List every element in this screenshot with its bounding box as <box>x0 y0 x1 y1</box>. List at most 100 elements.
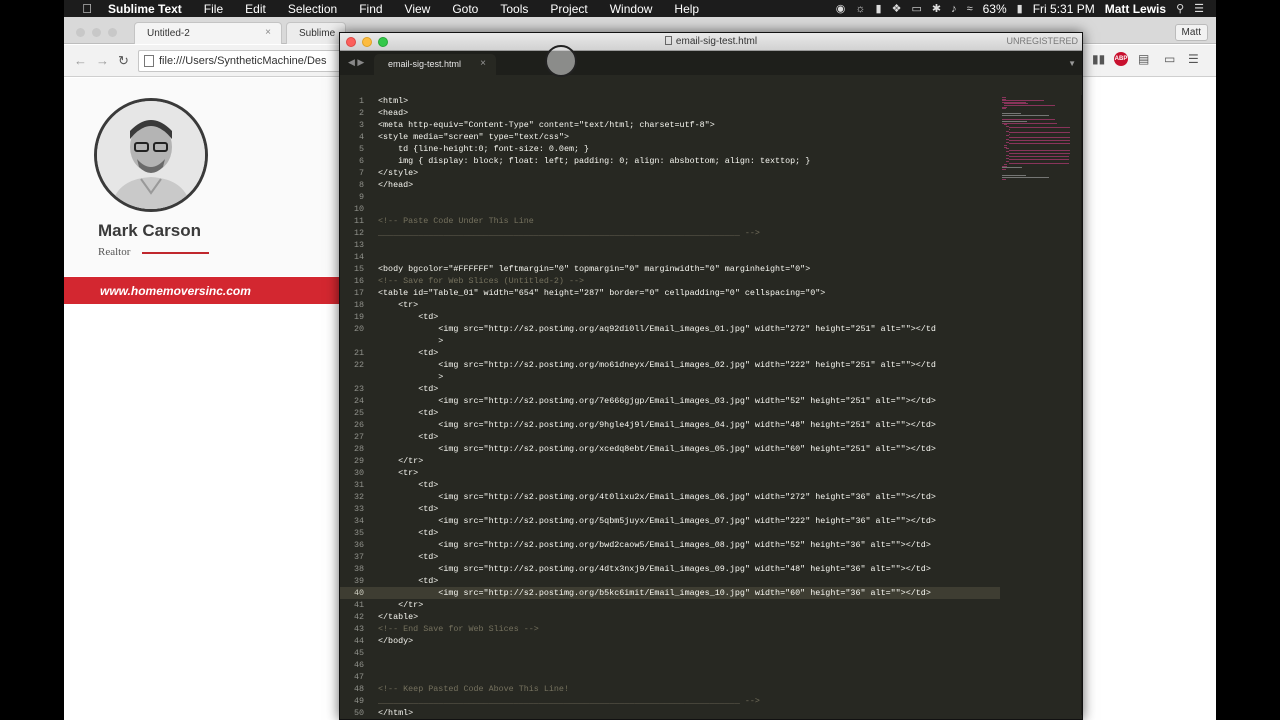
code-line[interactable]: 1 <html> <box>340 95 1000 107</box>
code-text[interactable]: <html> <box>378 95 408 107</box>
code-line[interactable]: 39 <td> <box>340 575 1000 587</box>
editor-tab[interactable]: email-sig-test.html × <box>374 54 496 75</box>
browser-tab-sublime[interactable]: Sublime <box>286 22 346 44</box>
code-line[interactable]: 38 <img src="http://s2.postimg.org/4dtx3… <box>340 563 1000 575</box>
browser-tab-untitled[interactable]: Untitled-2 × <box>134 22 282 44</box>
code-line[interactable]: 6 img { display: block; float: left; pad… <box>340 155 1000 167</box>
menu-selection[interactable]: Selection <box>288 2 337 16</box>
code-line[interactable]: 4 <style media="screen" type="text/css"> <box>340 131 1000 143</box>
code-text[interactable]: <img src="http://s2.postimg.org/aq92di0l… <box>378 323 936 335</box>
signature-website-link[interactable]: www.homemoversinc.com <box>100 284 251 298</box>
code-line[interactable]: 29 </tr> <box>340 455 1000 467</box>
code-text[interactable]: <td> <box>378 479 438 491</box>
code-line[interactable]: 32 <img src="http://s2.postimg.org/4t0li… <box>340 491 1000 503</box>
code-text[interactable]: <td> <box>378 431 438 443</box>
code-line[interactable]: 24 <img src="http://s2.postimg.org/7e666… <box>340 395 1000 407</box>
code-text[interactable]: <img src="http://s2.postimg.org/mo61dney… <box>378 359 936 371</box>
volume-icon[interactable]: ♪ <box>951 3 957 15</box>
menu-help[interactable]: Help <box>674 2 699 16</box>
code-text[interactable]: <td> <box>378 575 438 587</box>
code-text[interactable]: > <box>378 371 443 383</box>
code-line[interactable]: 7 </style> <box>340 167 1000 179</box>
code-text[interactable]: <tr> <box>378 467 418 479</box>
editor-scrollbar[interactable] <box>1081 95 1082 715</box>
spotlight-icon[interactable]: ⚲ <box>1176 2 1184 15</box>
code-line[interactable]: 23 <td> <box>340 383 1000 395</box>
menu-window[interactable]: Window <box>610 2 653 16</box>
wifi-icon[interactable]: ≈ <box>967 3 973 15</box>
code-text[interactable]: <table id="Table_01" width="654" height=… <box>378 287 825 299</box>
code-text[interactable]: <img src="http://s2.postimg.org/7e666gjg… <box>378 395 936 407</box>
code-text[interactable]: <img src="http://s2.postimg.org/5qbm5juy… <box>378 515 936 527</box>
code-text[interactable]: > <box>378 335 443 347</box>
code-line[interactable]: 34 <img src="http://s2.postimg.org/5qbm5… <box>340 515 1000 527</box>
code-text[interactable]: <head> <box>378 107 408 119</box>
menu-project[interactable]: Project <box>550 2 587 16</box>
code-text[interactable]: <td> <box>378 311 438 323</box>
chrome-menu-icon[interactable]: ☰ <box>1188 52 1199 66</box>
code-text[interactable]: <!-- Save for Web Slices (Untitled-2) --… <box>378 275 584 287</box>
code-line[interactable]: 2 <head> <box>340 107 1000 119</box>
code-line[interactable]: 41 </tr> <box>340 599 1000 611</box>
reload-icon[interactable]: ↻ <box>118 53 129 69</box>
code-text[interactable]: td {line-height:0; font-size: 0.0em; } <box>378 143 589 155</box>
code-line[interactable]: 50 </html> <box>340 707 1000 719</box>
code-text[interactable]: <style media="screen" type="text/css"> <box>378 131 569 143</box>
code-line[interactable]: 31 <td> <box>340 479 1000 491</box>
code-text[interactable]: </tr> <box>378 455 423 467</box>
code-line[interactable]: 40 <img src="http://s2.postimg.org/b5kc6… <box>340 587 1000 599</box>
code-text[interactable]: </style> <box>378 167 418 179</box>
code-text[interactable]: ________________________________________… <box>378 695 760 707</box>
code-line[interactable]: 14 <box>340 251 1000 263</box>
code-text[interactable]: </head> <box>378 179 413 191</box>
back-icon[interactable]: ← <box>74 53 87 68</box>
code-line[interactable]: 19 <td> <box>340 311 1000 323</box>
code-text[interactable]: ________________________________________… <box>378 227 760 239</box>
minimap[interactable] <box>1000 95 1082 185</box>
code-line[interactable]: 18 <tr> <box>340 299 1000 311</box>
code-text[interactable]: <meta http-equiv="Content-Type" content=… <box>378 119 715 131</box>
battery-icon[interactable]: ▮ <box>1017 2 1023 15</box>
notification-center-icon[interactable]: ☰ <box>1194 2 1204 15</box>
code-text[interactable]: </html> <box>378 707 413 719</box>
menu-app-name[interactable]: Sublime Text <box>108 2 182 16</box>
zoom-icon[interactable] <box>108 28 117 37</box>
code-line[interactable]: 35 <td> <box>340 527 1000 539</box>
code-line[interactable]: 22 <img src="http://s2.postimg.org/mo61d… <box>340 359 1000 371</box>
user-name[interactable]: Matt Lewis <box>1105 2 1166 16</box>
code-text[interactable]: </body> <box>378 635 413 647</box>
code-line[interactable]: 9 <box>340 191 1000 203</box>
code-editor[interactable]: 1 <html> 2 <head> 3 <meta http-equiv="Content… <box>340 95 1000 718</box>
code-line[interactable]: 20 <img src="http://s2.postimg.org/aq92d… <box>340 323 1000 335</box>
code-text[interactable]: <!-- Paste Code Under This Line <box>378 215 534 227</box>
close-icon[interactable] <box>76 28 85 37</box>
code-text[interactable]: <td> <box>378 383 438 395</box>
close-tab-icon[interactable]: × <box>265 27 271 38</box>
menu-edit[interactable]: Edit <box>245 2 266 16</box>
code-line[interactable]: 11 <!-- Paste Code Under This Line <box>340 215 1000 227</box>
code-text[interactable]: <td> <box>378 527 438 539</box>
menu-file[interactable]: File <box>204 2 223 16</box>
code-text[interactable]: <td> <box>378 347 438 359</box>
code-line[interactable]: > <box>340 335 1000 347</box>
cast-icon[interactable]: ▭ <box>1164 52 1175 66</box>
menu-tools[interactable]: Tools <box>500 2 528 16</box>
code-line[interactable]: 37 <td> <box>340 551 1000 563</box>
code-line[interactable]: 49 ______________________________________… <box>340 695 1000 707</box>
sublime-title-bar[interactable]: email-sig-test.html UNREGISTERED <box>340 33 1082 51</box>
code-line[interactable]: 15 <body bgcolor="#FFFFFF" leftmargin="0"… <box>340 263 1000 275</box>
code-line[interactable]: 21 <td> <box>340 347 1000 359</box>
code-line[interactable]: 12 ______________________________________… <box>340 227 1000 239</box>
code-line[interactable]: 27 <td> <box>340 431 1000 443</box>
code-text[interactable]: <!-- Keep Pasted Code Above This Line! <box>378 683 569 695</box>
code-line[interactable]: 25 <td> <box>340 407 1000 419</box>
code-line[interactable]: 17 <table id="Table_01" width="654" heigh… <box>340 287 1000 299</box>
code-line[interactable]: 28 <img src="http://s2.postimg.org/xcedq… <box>340 443 1000 455</box>
clipboard-icon[interactable]: ▮ <box>876 2 882 15</box>
profile-button[interactable]: Matt <box>1174 24 1208 41</box>
code-line[interactable]: 5 td {line-height:0; font-size: 0.0em; } <box>340 143 1000 155</box>
tab-nav-arrows-icon[interactable]: ◀ ▶ <box>348 57 364 68</box>
code-text[interactable]: <td> <box>378 551 438 563</box>
code-text[interactable]: <td> <box>378 503 438 515</box>
code-text[interactable]: <img src="http://s2.postimg.org/xcedq8eb… <box>378 443 936 455</box>
